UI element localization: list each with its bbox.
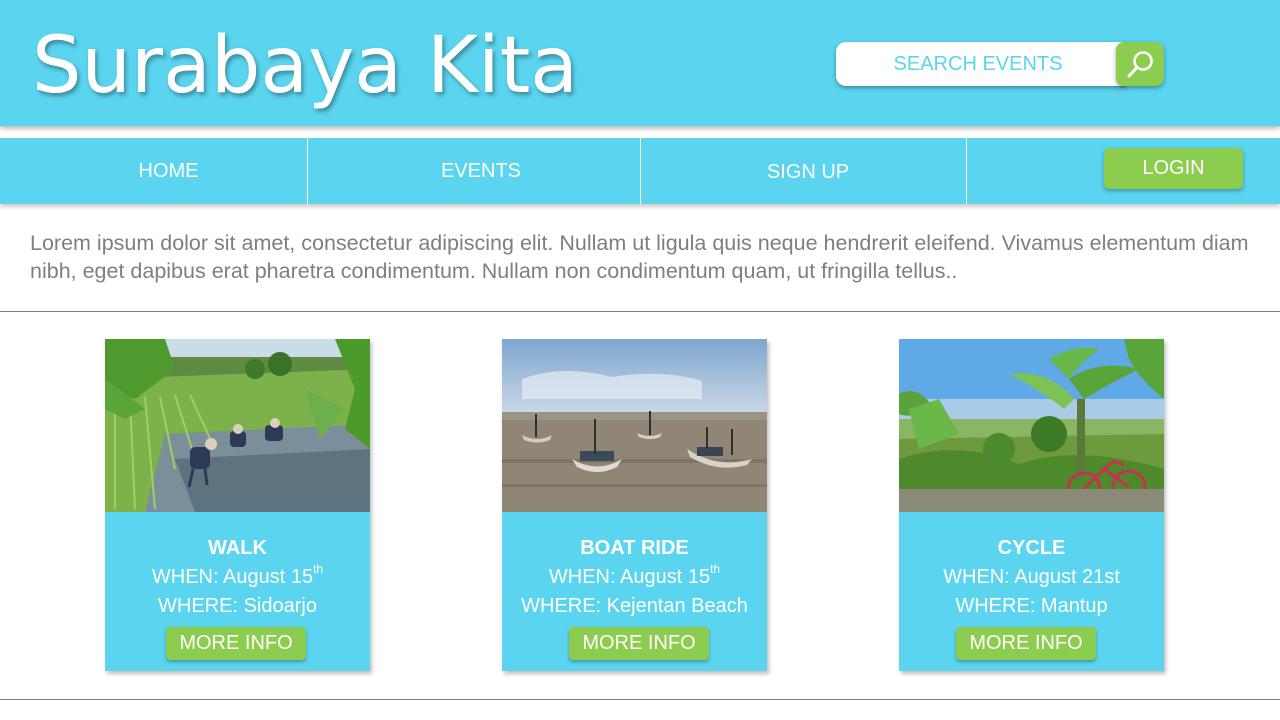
event-when-text: WHEN: August 15 [151, 566, 314, 588]
more-info-button[interactable]: MORE INFO [956, 627, 1096, 660]
search-box[interactable] [836, 42, 1126, 86]
event-when: WHEN: August 15th [105, 562, 370, 589]
intro-text: Lorem ipsum dolor sit amet, consectetur … [30, 231, 1249, 283]
event-photo-boats [502, 339, 767, 512]
nav-bar: HOME EVENTS SIGN UP [0, 138, 1280, 204]
event-card-walk: WALK WHEN: August 15th WHERE: Sidoarjo M… [105, 339, 370, 671]
nav-events[interactable]: EVENTS [322, 138, 640, 204]
nav-divider [640, 138, 641, 204]
divider-line [0, 699, 1280, 700]
nav-sign-up[interactable]: SIGN UP [650, 139, 966, 205]
event-when: WHEN: August 15th [502, 562, 767, 589]
more-info-button[interactable]: MORE INFO [569, 627, 709, 660]
nav-home[interactable]: HOME [30, 138, 307, 204]
nav-divider [966, 138, 967, 204]
event-when: WHEN: August 21st [899, 565, 1164, 589]
search-icon [1127, 51, 1153, 78]
event-title: WALK [208, 537, 267, 559]
event-title: BOAT RIDE [580, 537, 689, 559]
event-when-suffix: th [710, 562, 721, 576]
event-when-text: WHEN: August 15 [548, 566, 711, 588]
event-card-cycle: CYCLE WHEN: August 21st WHERE: Mantup MO… [899, 339, 1164, 671]
search-input[interactable] [836, 42, 1120, 86]
event-photo-rice-field [105, 339, 370, 512]
divider-line [0, 311, 1280, 312]
login-button[interactable]: LOGIN [1104, 148, 1243, 189]
event-where: WHERE: Mantup [955, 595, 1108, 617]
event-where: WHERE: Kejentan Beach [521, 595, 748, 617]
site-title[interactable]: Surabaya Kita [32, 18, 578, 114]
nav-divider [307, 138, 308, 204]
more-info-button[interactable]: MORE INFO [166, 627, 306, 660]
event-when-text: WHEN: August 21st [943, 566, 1120, 588]
event-card-boat-ride: BOAT RIDE WHEN: August 15th WHERE: Kejen… [502, 339, 767, 671]
event-title: CYCLE [997, 537, 1066, 559]
search-button[interactable] [1116, 42, 1164, 86]
event-when-suffix: th [313, 562, 324, 576]
event-where: WHERE: Sidoarjo [158, 595, 317, 617]
event-photo-bicycle [899, 339, 1164, 512]
